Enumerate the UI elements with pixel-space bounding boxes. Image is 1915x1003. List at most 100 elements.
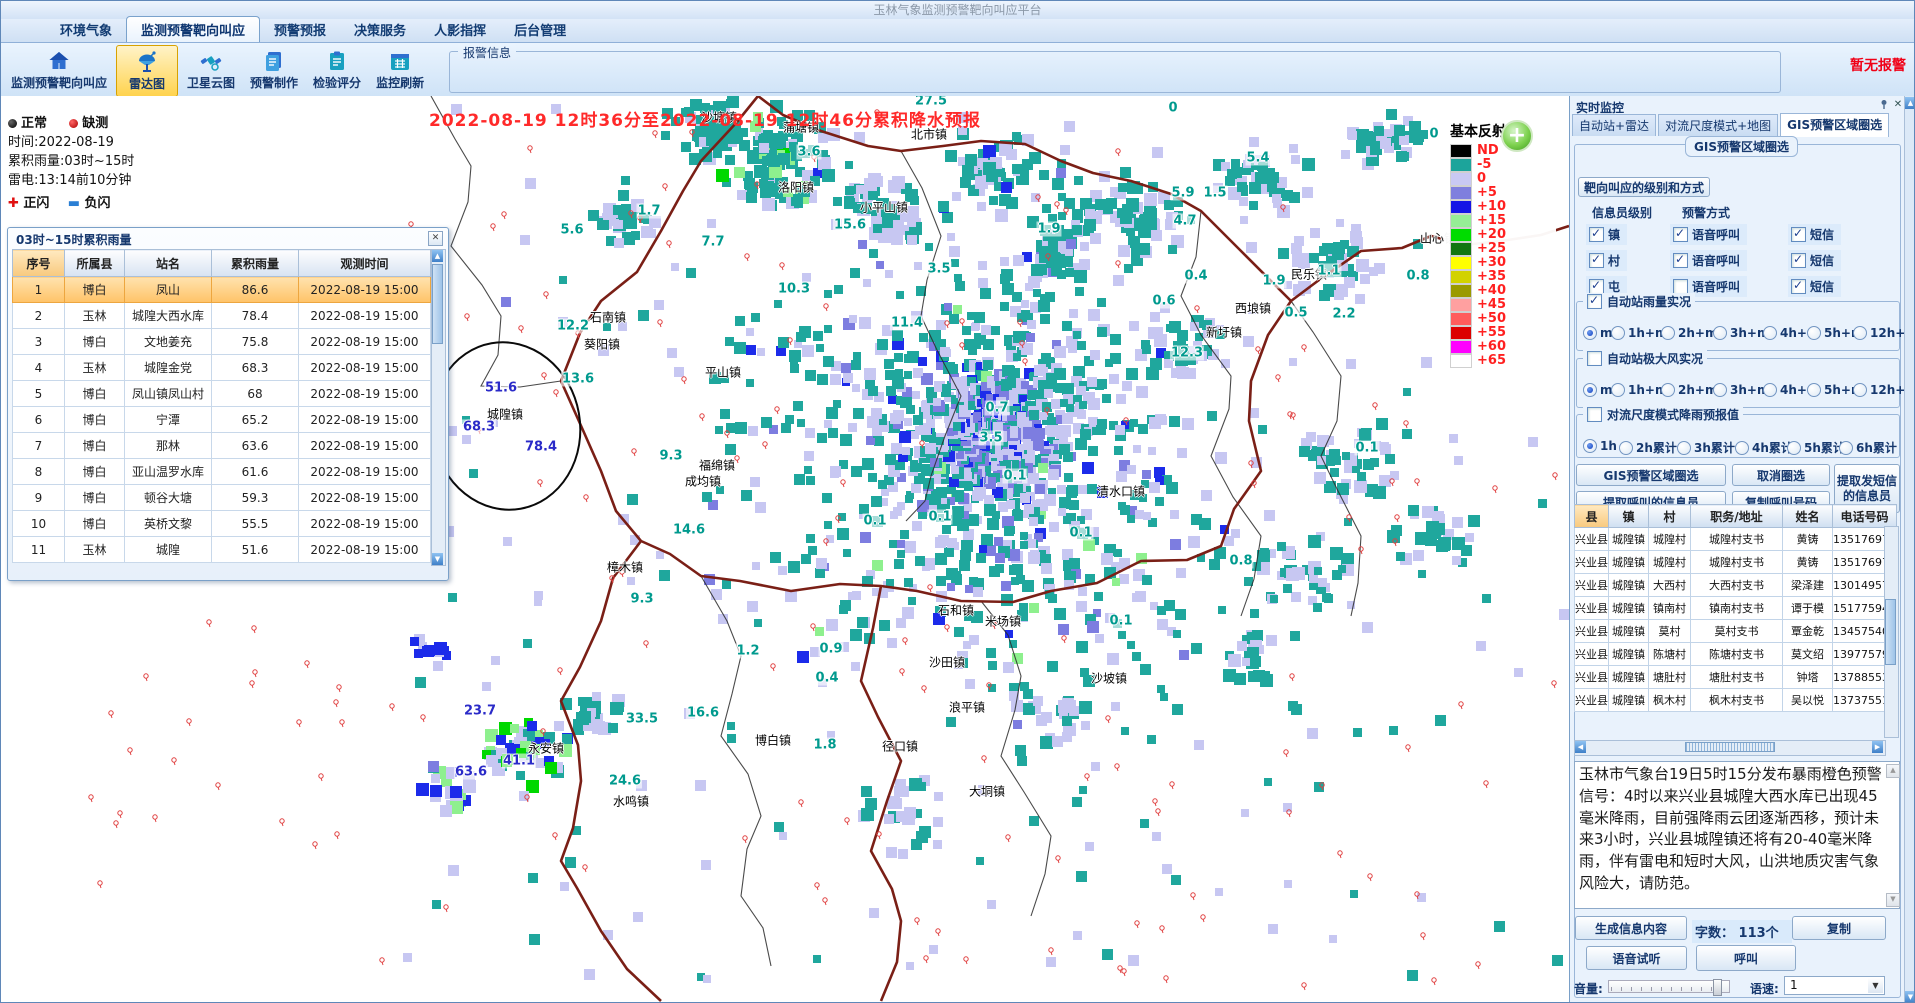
contact-col-header[interactable]: 电话号码 — [1833, 505, 1897, 528]
voice-preview-button[interactable]: 语音试听 — [1586, 946, 1687, 970]
cancel-select-button[interactable]: 取消圈选 — [1732, 464, 1830, 486]
radio-button[interactable] — [1735, 441, 1749, 455]
table-row[interactable]: 兴业县城隍镇陈塘村陈塘村支书莫文绍139775796 — [1575, 643, 1897, 666]
radio-option-3h+m[interactable]: 3h+m — [1713, 383, 1769, 397]
rain-group-checkbox[interactable] — [1587, 294, 1602, 309]
sms-checkbox-屯[interactable]: 短信 — [1788, 276, 1841, 297]
radio-button[interactable] — [1853, 326, 1867, 340]
table-row[interactable]: 3博白文地姜充75.82022-08-19 15:00 — [13, 329, 431, 355]
toolbar-button-2[interactable]: 雷达图 — [116, 45, 178, 97]
scroll-thumb[interactable] — [1885, 599, 1896, 665]
radio-button[interactable] — [1611, 383, 1625, 397]
toolbar-button-3[interactable]: 卫星云图 — [181, 45, 241, 95]
radio-option-4h累计[interactable]: 4h累计 — [1735, 439, 1793, 456]
contact-table-vscrollbar[interactable] — [1884, 526, 1899, 738]
scroll-down-icon[interactable]: ▼ — [1886, 893, 1900, 907]
radio-button[interactable] — [1787, 441, 1801, 455]
radio-button[interactable] — [1713, 383, 1727, 397]
generate-message-button[interactable]: 生成信息内容 — [1575, 916, 1687, 940]
table-row[interactable]: 6博白宁潭65.22022-08-19 15:00 — [13, 407, 431, 433]
checkbox[interactable] — [1589, 279, 1604, 294]
close-icon[interactable]: ✕ — [428, 231, 443, 246]
panel-tab-2[interactable]: 对流尺度模式+地图 — [1658, 114, 1778, 136]
table-row[interactable]: 11玉林城隍51.62022-08-19 15:00 — [13, 537, 431, 563]
scroll-up-icon[interactable]: ▲ — [1886, 764, 1900, 778]
checkbox[interactable] — [1791, 279, 1806, 294]
radio-button[interactable] — [1583, 439, 1597, 453]
radar-map[interactable]: 2022-08-19 12时36分至2022-08-19 12时46分累积降水预… — [1, 96, 1569, 1003]
level-checkbox-镇[interactable]: 镇 — [1586, 224, 1627, 245]
checkbox[interactable] — [1673, 253, 1688, 268]
checkbox[interactable] — [1791, 253, 1806, 268]
panel-outer-scrollbar[interactable]: ▲ ▼ — [1904, 96, 1915, 1003]
rain-col-header[interactable]: 站名 — [125, 250, 212, 277]
radio-option-2h+m[interactable]: 2h+m — [1661, 326, 1717, 340]
checkbox[interactable] — [1589, 227, 1604, 242]
checkbox[interactable] — [1791, 227, 1806, 242]
toolbar-button-6[interactable]: 监控刷新 — [370, 45, 430, 95]
radio-button[interactable] — [1763, 326, 1777, 340]
radio-button[interactable] — [1619, 441, 1633, 455]
radio-button[interactable] — [1583, 383, 1597, 397]
radio-button[interactable] — [1763, 383, 1777, 397]
menu-item-4[interactable]: 决策服务 — [340, 17, 420, 42]
radio-option-3h+m[interactable]: 3h+m — [1713, 326, 1769, 340]
table-row[interactable]: 兴业县城隍镇城隍村城隍村支书黄铸135176975 — [1575, 528, 1897, 551]
table-row[interactable]: 兴业县城隍镇枫木村枫木村支书吴以悦137375511 — [1575, 689, 1897, 712]
menu-item-1[interactable]: 环境气象 — [46, 17, 126, 42]
rainfall-table-scrollbar[interactable]: ▲ ▼ — [431, 249, 446, 566]
panel-tab-3[interactable]: GIS预警区域圈选 — [1780, 113, 1889, 137]
radio-option-2h+m[interactable]: 2h+m — [1661, 383, 1717, 397]
radio-option-m[interactable]: m — [1583, 326, 1613, 340]
radio-button[interactable] — [1839, 441, 1853, 455]
contact-col-header[interactable]: 村 — [1649, 505, 1691, 528]
rain-col-header[interactable]: 所属县 — [65, 250, 125, 277]
close-icon[interactable]: ✕ — [1892, 99, 1904, 111]
scroll-thumb[interactable] — [432, 264, 443, 344]
wind-group-checkbox[interactable] — [1587, 351, 1602, 366]
scroll-up-icon[interactable]: ▲ — [432, 250, 443, 262]
table-row[interactable]: 兴业县城隍镇莫村莫村支书覃金乾134575405 — [1575, 620, 1897, 643]
table-row[interactable]: 兴业县城隍镇大西村大西村支书梁泽建130149571 — [1575, 574, 1897, 597]
radio-button[interactable] — [1807, 383, 1821, 397]
contact-table-hscrollbar[interactable]: ◀ ▶ — [1574, 740, 1886, 756]
sms-checkbox-村[interactable]: 短信 — [1788, 250, 1841, 271]
checkbox[interactable] — [1589, 253, 1604, 268]
contact-col-header[interactable]: 县 — [1575, 505, 1609, 528]
radio-option-1h+m[interactable]: 1h+m — [1611, 383, 1667, 397]
radio-button[interactable] — [1661, 383, 1675, 397]
radio-button[interactable] — [1661, 326, 1675, 340]
table-row[interactable]: 4玉林城隍金党68.32022-08-19 15:00 — [13, 355, 431, 381]
voice-call-checkbox-镇[interactable]: 语音呼叫 — [1670, 224, 1747, 245]
table-row[interactable]: 兴业县城隍镇城隍村城隍村支书黄铸135176975 — [1575, 551, 1897, 574]
scroll-up-icon[interactable]: ▲ — [1905, 97, 1915, 109]
map-zoom-button[interactable]: + — [1501, 120, 1533, 152]
radio-button[interactable] — [1611, 326, 1625, 340]
menu-item-5[interactable]: 人影指挥 — [420, 17, 500, 42]
contact-col-header[interactable]: 镇 — [1609, 505, 1649, 528]
call-level-mode-button[interactable]: 靶向叫应的级别和方式 — [1578, 177, 1710, 197]
radio-option-1h[interactable]: 1h — [1583, 439, 1617, 453]
pin-icon[interactable] — [1878, 99, 1890, 111]
toolbar-button-1[interactable]: 监测预警靶向叫应 — [5, 45, 113, 95]
toolbar-button-5[interactable]: 检验评分 — [307, 45, 367, 95]
table-row[interactable]: 2玉林城隍大西水库78.42022-08-19 15:00 — [13, 303, 431, 329]
speed-select[interactable]: 1 ▼ — [1784, 976, 1885, 995]
rain-col-header[interactable]: 观测时间 — [299, 250, 431, 277]
contact-col-header[interactable]: 职务/地址 — [1691, 505, 1783, 528]
table-row[interactable]: 5博白凤山镇凤山村682022-08-19 15:00 — [13, 381, 431, 407]
radio-button[interactable] — [1677, 441, 1691, 455]
radio-button[interactable] — [1807, 326, 1821, 340]
table-row[interactable]: 1博白凤山86.62022-08-19 15:00 — [13, 277, 431, 303]
radio-button[interactable] — [1583, 326, 1597, 340]
sms-checkbox-镇[interactable]: 短信 — [1788, 224, 1841, 245]
scroll-left-icon[interactable]: ◀ — [1575, 741, 1586, 753]
table-row[interactable]: 兴业县城隍镇镇南村镇南村支书谭于模151775946 — [1575, 597, 1897, 620]
radio-option-1h+m[interactable]: 1h+m — [1611, 326, 1667, 340]
menu-item-2[interactable]: 监测预警靶向叫应 — [126, 16, 260, 42]
volume-slider[interactable] — [1608, 980, 1730, 993]
voice-call-checkbox-村[interactable]: 语音呼叫 — [1670, 250, 1747, 271]
table-row[interactable]: 兴业县城隍镇塘肚村塘肚村支书钟塔137885534 — [1575, 666, 1897, 689]
forecast-group-checkbox[interactable] — [1587, 407, 1602, 422]
radio-option-m[interactable]: m — [1583, 383, 1613, 397]
